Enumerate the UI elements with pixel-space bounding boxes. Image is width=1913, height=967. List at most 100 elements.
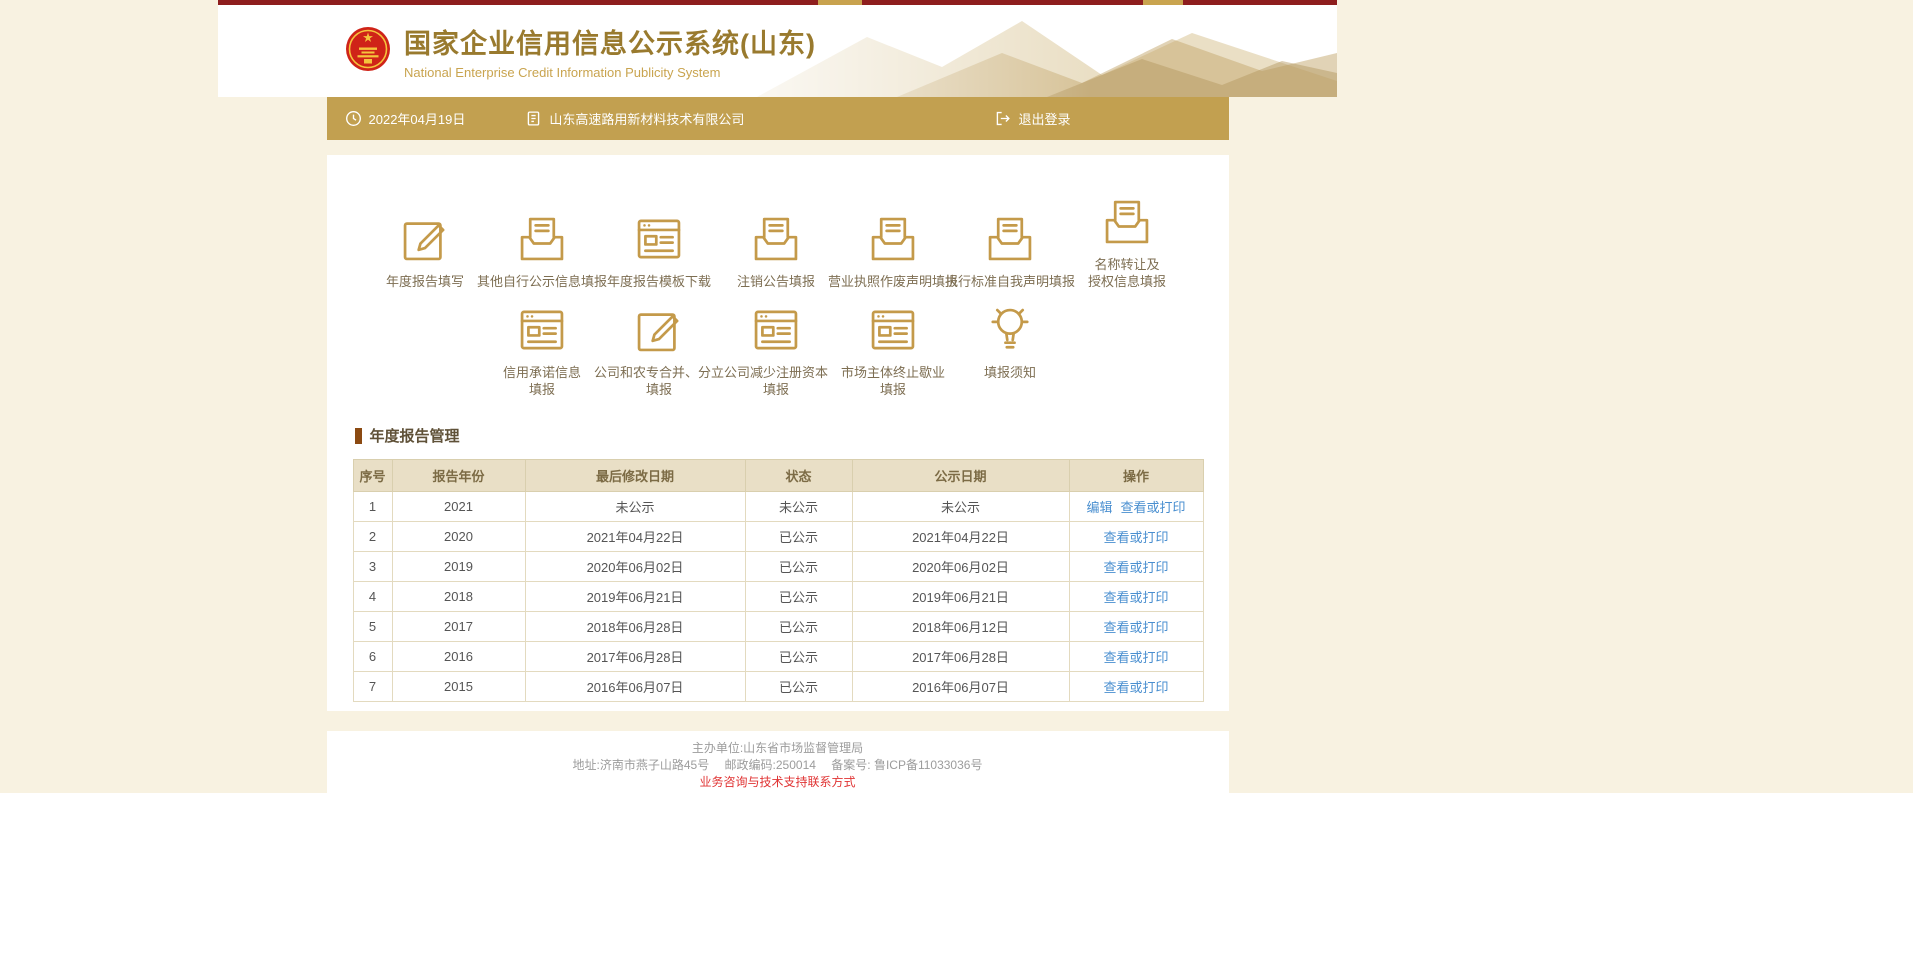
service-item[interactable]: 公司和农专合并、分立填报 (601, 301, 718, 401)
action-link[interactable]: 编辑 (1086, 500, 1112, 515)
inbox-document-icon (864, 210, 922, 268)
service-item-label: 信用承诺信息填报 (503, 365, 581, 399)
table-cell-actions: 查看或打印 (1069, 522, 1203, 552)
service-item-label: 市场主体终止歇业填报 (841, 365, 945, 399)
inbox-document-icon (981, 210, 1039, 268)
action-link[interactable]: 查看或打印 (1121, 500, 1186, 515)
table-cell: 2019年06月21日 (852, 582, 1069, 612)
site-titles: 国家企业信用信息公示系统(山东) National Enterprise Cre… (404, 22, 816, 80)
service-item[interactable]: 信用承诺信息填报 (484, 301, 601, 401)
company-badge-icon (525, 110, 542, 127)
table-cell: 已公示 (745, 612, 852, 642)
user-bar: 2022年04月19日 山东高速路用新材料技术有限公司 退出登录 (327, 97, 1229, 140)
service-item[interactable]: 注销公告填报 (718, 199, 835, 291)
table-cell: 2018年06月28日 (525, 612, 745, 642)
service-item[interactable]: 营业执照作废声明填报 (835, 199, 952, 291)
logout-label: 退出登录 (1018, 109, 1070, 128)
table-cell-actions: 查看或打印 (1069, 672, 1203, 702)
table-cell: 2016年06月07日 (852, 672, 1069, 702)
support-contact-link[interactable]: 业务咨询与技术支持联系方式 (699, 775, 855, 789)
footer-icp: 备案号: 鲁ICP备11033036号 (831, 758, 982, 772)
service-item-label: 年度报告填写 (386, 274, 464, 291)
page-background: 国家企业信用信息公示系统(山东) National Enterprise Cre… (0, 0, 1913, 793)
table-cell: 已公示 (745, 552, 852, 582)
service-item[interactable]: 市场主体终止歇业填报 (835, 301, 952, 401)
table-cell: 2017年06月28日 (525, 642, 745, 672)
service-item-label: 年度报告模板下载 (607, 274, 711, 291)
action-link[interactable]: 查看或打印 (1103, 680, 1168, 695)
logged-in-company: 山东高速路用新材料技术有限公司 (525, 109, 744, 128)
table-cell: 4 (353, 582, 392, 612)
table-row: 520172018年06月28日已公示2018年06月12日查看或打印 (353, 612, 1203, 642)
section-header: 年度报告管理 (355, 425, 1203, 446)
action-link[interactable]: 查看或打印 (1103, 530, 1168, 545)
services-row-2: 信用承诺信息填报公司和农专合并、分立填报公司减少注册资本填报市场主体终止歇业填报… (484, 301, 1203, 401)
national-emblem-logo (345, 26, 391, 77)
service-item-label: 填报须知 (984, 365, 1036, 382)
table-cell: 2021年04月22日 (852, 522, 1069, 552)
service-item[interactable]: 年度报告填写 (367, 199, 484, 291)
section-title: 年度报告管理 (370, 425, 460, 446)
service-item-label: 其他自行公示信息填报 (477, 274, 607, 291)
service-item-label: 注销公告填报 (737, 274, 815, 291)
site-header: 国家企业信用信息公示系统(山东) National Enterprise Cre… (218, 5, 1337, 97)
table-cell: 2021年04月22日 (525, 522, 745, 552)
service-item-label: 营业执照作废声明填报 (828, 274, 958, 291)
section-marker (355, 428, 362, 444)
table-cell: 2018年06月12日 (852, 612, 1069, 642)
site-subtitle: National Enterprise Credit Information P… (404, 65, 816, 80)
service-item-label: 名称转让及授权信息填报 (1088, 257, 1166, 291)
table-cell: 2017 (392, 612, 525, 642)
table-cell: 3 (353, 552, 392, 582)
column-header: 操作 (1069, 460, 1203, 492)
main-panel: 年度报告填写其他自行公示信息填报年度报告模板下载注销公告填报营业执照作废声明填报… (327, 155, 1229, 711)
table-header-row: 序号报告年份最后修改日期状态公示日期操作 (353, 460, 1203, 492)
action-link[interactable]: 查看或打印 (1103, 650, 1168, 665)
table-cell: 6 (353, 642, 392, 672)
table-cell: 2021 (392, 492, 525, 522)
service-item-label: 公司减少注册资本填报 (724, 365, 828, 399)
logout-button[interactable]: 退出登录 (994, 109, 1070, 128)
inbox-document-icon (1098, 193, 1156, 251)
table-cell: 2016 (392, 642, 525, 672)
date-label: 2022年04月19日 (369, 109, 466, 128)
table-cell: 2019 (392, 552, 525, 582)
service-item[interactable]: 其他自行公示信息填报 (484, 199, 601, 291)
company-name: 山东高速路用新材料技术有限公司 (549, 109, 744, 128)
table-row: 12021未公示未公示未公示编辑查看或打印 (353, 492, 1203, 522)
service-item[interactable]: 公司减少注册资本填报 (718, 301, 835, 401)
logout-icon (994, 110, 1011, 127)
table-cell: 已公示 (745, 522, 852, 552)
inbox-document-icon (513, 210, 571, 268)
document-page-icon (630, 210, 688, 268)
table-cell-actions: 查看或打印 (1069, 642, 1203, 672)
edit-icon (396, 210, 454, 268)
service-item[interactable]: 执行标准自我声明填报 (952, 199, 1069, 291)
edit-icon (630, 301, 688, 359)
service-item[interactable]: 年度报告模板下载 (601, 199, 718, 291)
page-band: 国家企业信用信息公示系统(山东) National Enterprise Cre… (218, 0, 1337, 793)
annual-report-table: 序号报告年份最后修改日期状态公示日期操作 12021未公示未公示未公示编辑查看或… (353, 459, 1204, 702)
table-row: 620162017年06月28日已公示2017年06月28日查看或打印 (353, 642, 1203, 672)
site-title: 国家企业信用信息公示系统(山东) (404, 22, 816, 61)
footer-organizer: 主办单位:山东省市场监督管理局 (327, 741, 1229, 755)
service-item-label: 执行标准自我声明填报 (945, 274, 1075, 291)
service-item[interactable]: 填报须知 (952, 301, 1069, 401)
table-cell: 2016年06月07日 (525, 672, 745, 702)
table-cell: 2015 (392, 672, 525, 702)
table-cell: 2019年06月21日 (525, 582, 745, 612)
table-cell: 2 (353, 522, 392, 552)
column-header: 公示日期 (852, 460, 1069, 492)
column-header: 最后修改日期 (525, 460, 745, 492)
action-link[interactable]: 查看或打印 (1103, 560, 1168, 575)
table-cell: 2017年06月28日 (852, 642, 1069, 672)
table-cell: 未公示 (852, 492, 1069, 522)
action-link[interactable]: 查看或打印 (1103, 590, 1168, 605)
table-cell: 已公示 (745, 642, 852, 672)
table-cell: 已公示 (745, 582, 852, 612)
table-cell: 未公示 (525, 492, 745, 522)
table-cell: 7 (353, 672, 392, 702)
action-link[interactable]: 查看或打印 (1103, 620, 1168, 635)
service-item[interactable]: 名称转让及授权信息填报 (1069, 199, 1186, 291)
column-header: 状态 (745, 460, 852, 492)
